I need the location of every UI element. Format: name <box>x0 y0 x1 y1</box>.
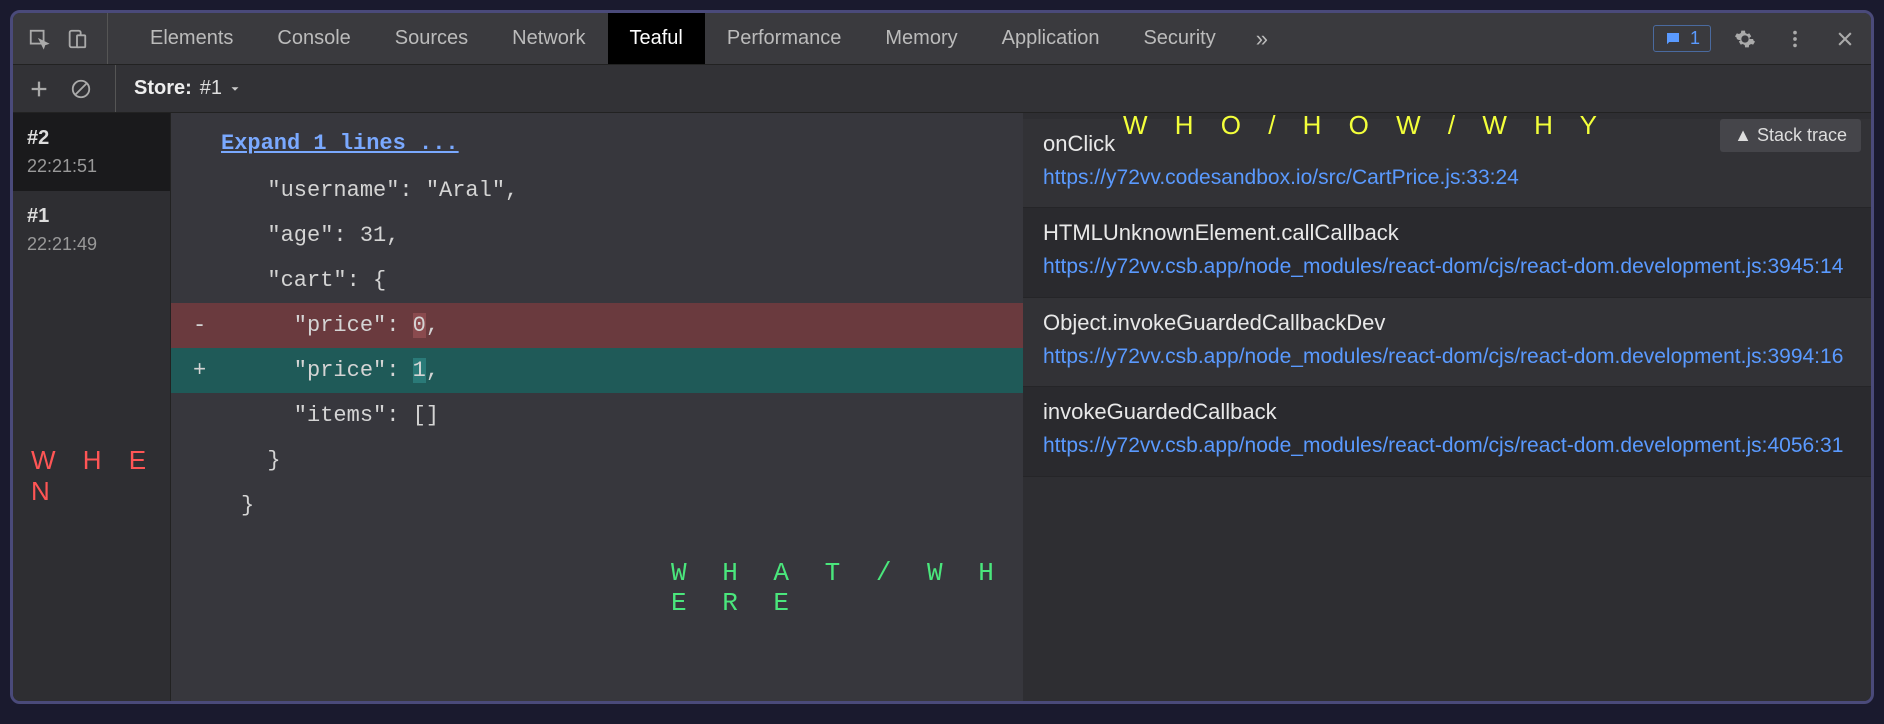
diff-line: + "price": 1, <box>171 348 1023 393</box>
tab-teaful[interactable]: Teaful <box>608 13 705 64</box>
messages-count: 1 <box>1690 28 1700 49</box>
store-label: Store: <box>134 77 192 100</box>
stack-frame: HTMLUnknownElement.callCallback https://y… <box>1023 208 1871 297</box>
tab-application[interactable]: Application <box>980 13 1122 64</box>
tab-elements[interactable]: Elements <box>128 13 255 64</box>
devtools-window: ElementsConsoleSourcesNetworkTeafulPerfo… <box>10 10 1874 704</box>
diff-panel: Expand 1 lines ... "username": "Aral", "… <box>171 113 1023 701</box>
stack-trace-button[interactable]: ▲ Stack trace <box>1720 119 1861 152</box>
history-item[interactable]: #1 22:21:49 <box>13 191 170 269</box>
devtools-tabbar: ElementsConsoleSourcesNetworkTeafulPerfo… <box>13 13 1871 65</box>
inspect-icon[interactable] <box>23 23 55 55</box>
kebab-menu-icon[interactable] <box>1779 23 1811 55</box>
store-selector[interactable]: #1 <box>200 77 242 100</box>
stack-function: HTMLUnknownElement.callCallback <box>1043 220 1851 246</box>
history-item[interactable]: #2 22:21:51 <box>13 113 170 191</box>
gear-icon[interactable] <box>1729 23 1761 55</box>
diff-line: "items": [] <box>171 393 1023 438</box>
messages-badge[interactable]: 1 <box>1653 25 1711 52</box>
annotation-when: W H E N <box>31 445 170 507</box>
diff-line: "username": "Aral", <box>171 168 1023 213</box>
more-tabs-icon[interactable]: » <box>1256 26 1268 52</box>
tab-security[interactable]: Security <box>1121 13 1237 64</box>
stack-function: Object.invokeGuardedCallbackDev <box>1043 310 1851 336</box>
device-toggle-icon[interactable] <box>61 23 93 55</box>
history-sidebar: #2 22:21:51 #1 22:21:49 W H E N <box>13 113 171 701</box>
history-time: 22:21:49 <box>27 234 156 255</box>
add-icon[interactable] <box>23 73 55 105</box>
close-icon[interactable] <box>1829 23 1861 55</box>
history-id: #1 <box>27 205 156 228</box>
annotation-what: W H A T / W H E R E <box>671 558 1023 618</box>
tab-memory[interactable]: Memory <box>863 13 979 64</box>
history-id: #2 <box>27 127 156 150</box>
tab-network[interactable]: Network <box>490 13 607 64</box>
stack-panel: ▲ Stack trace onClickhttps://y72vv.codes… <box>1023 113 1871 701</box>
diff-line: "age": 31, <box>171 213 1023 258</box>
stack-source-link[interactable]: https://y72vv.csb.app/node_modules/react… <box>1043 431 1851 461</box>
tab-sources[interactable]: Sources <box>373 13 490 64</box>
main-area: W H O / H O W / W H Y #2 22:21:51 #1 22:21:… <box>13 113 1871 701</box>
tab-console[interactable]: Console <box>255 13 372 64</box>
stack-source-link[interactable]: https://y72vv.codesandbox.io/src/CartPri… <box>1043 163 1851 193</box>
stack-source-link[interactable]: https://y72vv.csb.app/node_modules/react… <box>1043 252 1851 282</box>
stack-frame: invokeGuardedCallback https://y72vv.csb.a… <box>1023 387 1871 476</box>
chevron-down-icon <box>228 82 242 96</box>
diff-line: - "price": 0, <box>171 303 1023 348</box>
stack-source-link[interactable]: https://y72vv.csb.app/node_modules/react… <box>1043 342 1851 372</box>
stack-frame: Object.invokeGuardedCallbackDev https://y… <box>1023 298 1871 387</box>
diff-line: "cart": { <box>171 258 1023 303</box>
expand-lines-link[interactable]: Expand 1 lines ... <box>171 119 1023 168</box>
extension-toolbar: Store: #1 <box>13 65 1871 113</box>
clear-icon[interactable] <box>65 73 97 105</box>
diff-line: } <box>171 483 1023 528</box>
stack-function: invokeGuardedCallback <box>1043 399 1851 425</box>
annotation-who: W H O / H O W / W H Y <box>1123 113 1607 141</box>
history-time: 22:21:51 <box>27 156 156 177</box>
diff-line: } <box>171 438 1023 483</box>
tab-performance[interactable]: Performance <box>705 13 864 64</box>
